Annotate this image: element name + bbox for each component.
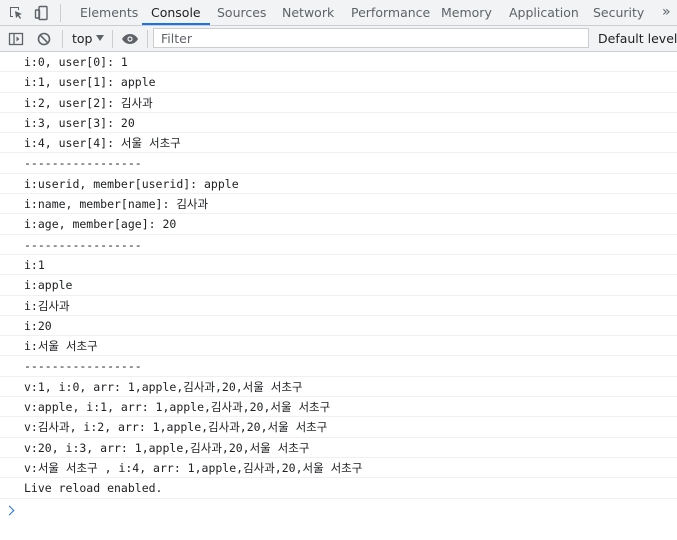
tab-security[interactable]: Security (593, 0, 644, 25)
show-sidebar-icon[interactable] (6, 29, 26, 49)
console-message: Live reload enabled. (0, 478, 677, 499)
console-message: i:name, member[name]: 김사과 (0, 194, 677, 215)
live-expression-eye-icon[interactable] (120, 29, 140, 49)
inspect-element-icon[interactable] (6, 3, 26, 23)
tab-sources[interactable]: Sources (217, 0, 266, 25)
console-message: ----------------- (0, 356, 677, 377)
console-message: v:서울 서초구 , i:4, arr: 1,apple,김사과,20,서울 서… (0, 458, 677, 479)
devtools-tab-bar: Elements Console Sources Network Perform… (0, 0, 677, 26)
console-message: i:0, user[0]: 1 (0, 52, 677, 73)
chevron-down-icon[interactable] (96, 35, 104, 41)
more-tabs-icon[interactable]: » (662, 0, 671, 25)
tab-console[interactable]: Console (142, 0, 210, 25)
toolbar-divider (112, 30, 113, 48)
console-message: v:apple, i:1, arr: 1,apple,김사과,20,서울 서초구 (0, 397, 677, 418)
filter-input[interactable] (153, 28, 589, 48)
console-message: i:4, user[4]: 서울 서초구 (0, 133, 677, 154)
console-message: ----------------- (0, 153, 677, 174)
device-toolbar-icon[interactable] (32, 3, 52, 23)
console-message: i:20 (0, 316, 677, 337)
tab-bar-divider (60, 4, 61, 22)
console-message: i:userid, member[userid]: apple (0, 174, 677, 195)
console-message: v:20, i:3, arr: 1,apple,김사과,20,서울 서초구 (0, 438, 677, 458)
clear-console-icon[interactable] (34, 29, 54, 49)
console-message: i:age, member[age]: 20 (0, 214, 677, 235)
tab-performance[interactable]: Performance (351, 0, 430, 25)
console-output: i:0, user[0]: 1 i:1, user[1]: apple i:2,… (0, 52, 677, 519)
console-prompt[interactable] (0, 499, 677, 519)
console-message: ----------------- (0, 235, 677, 255)
console-message: i:apple (0, 275, 677, 296)
console-message: i:김사과 (0, 296, 677, 316)
console-toolbar: top Default levels (0, 26, 677, 52)
log-levels-dropdown[interactable]: Default levels (598, 26, 677, 51)
tab-network[interactable]: Network (282, 0, 334, 25)
tab-application[interactable]: Application (509, 0, 579, 25)
console-message: v:김사과, i:2, arr: 1,apple,김사과,20,서울 서초구 (0, 417, 677, 438)
console-message: i:2, user[2]: 김사과 (0, 93, 677, 113)
tab-elements[interactable]: Elements (80, 0, 138, 25)
tab-memory[interactable]: Memory (441, 0, 492, 25)
console-message: i:3, user[3]: 20 (0, 113, 677, 134)
console-message: i:서울 서초구 (0, 336, 677, 357)
console-message: v:1, i:0, arr: 1,apple,김사과,20,서울 서초구 (0, 377, 677, 398)
context-selector[interactable]: top (72, 26, 92, 51)
prompt-chevron-icon (4, 505, 15, 515)
console-message: i:1, user[1]: apple (0, 72, 677, 93)
toolbar-divider (147, 30, 148, 48)
toolbar-divider (62, 30, 63, 48)
console-message: i:1 (0, 255, 677, 276)
